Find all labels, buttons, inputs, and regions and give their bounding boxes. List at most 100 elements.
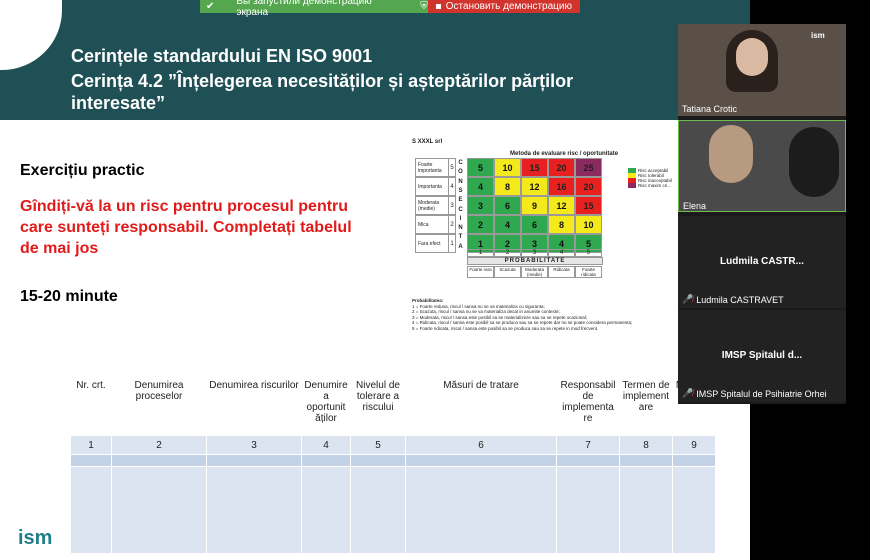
table-cell[interactable] bbox=[111, 466, 207, 554]
matrix-cell: 8 bbox=[548, 215, 575, 234]
probability-number: 5 bbox=[575, 249, 602, 257]
probability-number: 4 bbox=[548, 249, 575, 257]
shield-icon: ⛨ bbox=[420, 1, 428, 12]
table-cell[interactable] bbox=[111, 454, 207, 467]
matrix-cell: 20 bbox=[575, 177, 602, 196]
participant-name: Elena bbox=[683, 201, 707, 211]
probability-number: 3 bbox=[521, 249, 548, 257]
impact-number: 1 bbox=[448, 234, 456, 253]
impact-label: Moderata (medie) bbox=[415, 196, 449, 215]
table-cell[interactable] bbox=[672, 466, 716, 554]
participant-tile[interactable]: Ludmila CASTR... 🎤̸ Ludmila CASTRAVET bbox=[678, 216, 846, 308]
table-number-cell: 8 bbox=[619, 435, 673, 455]
participant-name: IMSP Spitalul de Psihiatrie Orhei bbox=[696, 388, 827, 399]
consequence-letter: E bbox=[458, 197, 463, 204]
table-cell[interactable] bbox=[405, 466, 557, 554]
table-cell[interactable] bbox=[301, 454, 351, 467]
risk-matrix-figure: S XXXL srl Metoda de evaluare risc / opo… bbox=[410, 138, 673, 338]
matrix-cell: 4 bbox=[494, 215, 521, 234]
consequence-letter: C bbox=[458, 206, 463, 213]
impact-label: Fara efect bbox=[415, 234, 449, 253]
table-cell[interactable] bbox=[672, 454, 716, 467]
probability-level-label: Scazuta bbox=[494, 266, 521, 278]
table-number-cell: 1 bbox=[70, 435, 112, 455]
matrix-cell: 15 bbox=[521, 158, 548, 177]
impact-label: Importanta bbox=[415, 177, 449, 196]
probability-notes: Probabilitatea: 1 = Foarte redusa, riscu… bbox=[412, 298, 672, 331]
table-header-cell: Termen de implement are bbox=[619, 378, 673, 436]
probability-number: 1 bbox=[467, 249, 494, 257]
table-header-cell: Nr. crt. bbox=[70, 378, 112, 436]
risk-table: Nr. crt. Denumirea proceselor Denumirea ri… bbox=[70, 378, 716, 554]
table-header-cell: Denumire a oportunit ăților bbox=[301, 378, 351, 436]
matrix-cell: 12 bbox=[521, 177, 548, 196]
matrix-cell: 4 bbox=[467, 177, 494, 196]
table-number-cell: 9 bbox=[672, 435, 716, 455]
participant-tile[interactable]: ism Tatiana Crotic bbox=[678, 24, 846, 116]
matrix-cell: 3 bbox=[467, 196, 494, 215]
table-number-cell: 4 bbox=[301, 435, 351, 455]
matrix-cell: 15 bbox=[575, 196, 602, 215]
table-cell[interactable] bbox=[301, 466, 351, 554]
table-cell[interactable] bbox=[619, 466, 673, 554]
impact-number: 2 bbox=[448, 215, 456, 234]
consequence-letter: T bbox=[458, 234, 463, 241]
participant-tile[interactable]: IMSP Spitalul d... 🎤̸ IMSP Spitalul de Ps… bbox=[678, 310, 846, 402]
stop-icon bbox=[435, 4, 441, 9]
participant-display-name: Ludmila CASTR... bbox=[720, 256, 804, 267]
video-participants-panel: ism Tatiana Crotic Elena Ludmila CASTR..… bbox=[678, 24, 846, 404]
matrix-cell: 9 bbox=[521, 196, 548, 215]
matrix-cell: 16 bbox=[548, 177, 575, 196]
table-cell[interactable] bbox=[350, 454, 406, 467]
impact-number: 3 bbox=[448, 196, 456, 215]
participant-name: Ludmila CASTRAVET bbox=[696, 294, 784, 305]
slide-title: Cerințele standardului EN ISO 9001 bbox=[71, 46, 373, 66]
mic-muted-icon: 🎤̸ bbox=[682, 388, 694, 398]
probability-label: PROBABILITATE bbox=[467, 257, 603, 265]
consequence-letter: N bbox=[458, 178, 463, 185]
probability-level-label: Foarte ridicata bbox=[575, 266, 602, 278]
table-cell[interactable] bbox=[206, 466, 302, 554]
table-cell[interactable] bbox=[70, 466, 112, 554]
table-cell[interactable] bbox=[556, 454, 620, 467]
ism-logo: ism bbox=[18, 527, 53, 549]
table-header-cell: Nivelul de tolerare a riscului bbox=[350, 378, 406, 436]
impact-number: 5 bbox=[448, 158, 456, 177]
matrix-legend: Risc acceptabil Risc tolerabil Risc inacce… bbox=[628, 168, 673, 188]
table-number-cell: 7 bbox=[556, 435, 620, 455]
consequence-letter: S bbox=[458, 187, 463, 194]
matrix-cell: 10 bbox=[494, 158, 521, 177]
table-number-cell: 2 bbox=[111, 435, 207, 455]
probability-note: 5 = Foarte ridicata, riscul / sansa este… bbox=[412, 325, 599, 331]
participant-display-name: IMSP Spitalul d... bbox=[721, 350, 803, 361]
consequence-letter: I bbox=[459, 215, 462, 222]
table-cell[interactable] bbox=[405, 454, 557, 467]
impact-label: Foarte importanta bbox=[415, 158, 449, 177]
table-header-cell: Denumirea proceselor bbox=[111, 378, 207, 436]
consequence-letter: O bbox=[458, 169, 463, 176]
participant-tile-active[interactable]: Elena bbox=[678, 120, 846, 212]
table-cell[interactable] bbox=[206, 454, 302, 467]
exercise-duration: 15-20 minute bbox=[20, 288, 118, 305]
legend-label: Risc maxim cri... bbox=[638, 183, 671, 188]
table-cell[interactable] bbox=[70, 454, 112, 467]
stop-share-button[interactable]: Остановить демонстрацию bbox=[427, 0, 580, 13]
matrix-cell: 6 bbox=[494, 196, 521, 215]
participant-name: Tatiana Crotic bbox=[682, 104, 738, 114]
table-cell[interactable] bbox=[556, 466, 620, 554]
table-number-cell: 3 bbox=[206, 435, 302, 455]
matrix-cell: 10 bbox=[575, 215, 602, 234]
matrix-cell: 5 bbox=[467, 158, 494, 177]
impact-number: 4 bbox=[448, 177, 456, 196]
participant-badge: ism bbox=[811, 31, 825, 40]
probability-level-label: Ridicata bbox=[548, 266, 575, 278]
probability-level-label: Moderata (medie) bbox=[521, 266, 548, 278]
consequence-letter: A bbox=[458, 243, 463, 250]
consequence-letter: N bbox=[458, 225, 463, 232]
table-cell[interactable] bbox=[619, 454, 673, 467]
matrix-cell: 6 bbox=[521, 215, 548, 234]
probability-number: 2 bbox=[494, 249, 521, 257]
share-icon: ✔ bbox=[206, 1, 215, 12]
table-header-cell: Denumirea riscurilor bbox=[206, 378, 302, 436]
table-cell[interactable] bbox=[350, 466, 406, 554]
